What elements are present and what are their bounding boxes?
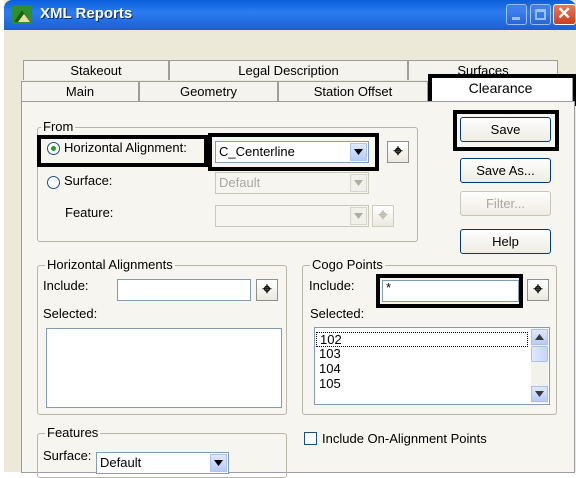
include-on-alignment-checkbox[interactable] — [304, 432, 317, 445]
app-icon — [12, 6, 32, 24]
save-as-button[interactable]: Save As... — [460, 158, 551, 183]
list-item[interactable]: 105 — [316, 377, 341, 390]
surface-label: Surface: — [64, 173, 113, 188]
cogo-include-input[interactable]: * — [382, 280, 519, 302]
target-pick-icon[interactable]: ⌖ — [372, 205, 394, 227]
features-surface-label: Surface: — [43, 448, 92, 463]
tab-stakeout[interactable]: Stakeout — [23, 60, 169, 80]
chevron-down-icon[interactable] — [531, 386, 548, 402]
from-legend: From — [41, 119, 76, 134]
horizontal-alignment-select[interactable]: C_Centerline — [215, 141, 369, 163]
horizontal-alignments-legend: Horizontal Alignments — [45, 257, 175, 272]
target-pick-icon[interactable]: ⌖ — [527, 279, 549, 301]
chevron-down-icon[interactable] — [350, 207, 367, 225]
window-title: XML Reports — [40, 5, 133, 22]
help-button[interactable]: Help — [460, 229, 551, 254]
cogo-include-label: Include: — [309, 278, 355, 293]
scrollbar-thumb[interactable] — [531, 346, 548, 362]
save-button[interactable]: Save — [460, 117, 551, 142]
minimize-button[interactable] — [506, 4, 527, 25]
cogo-selected-list[interactable]: 102 103 104 105 — [314, 327, 550, 405]
ha-selected-list[interactable] — [46, 328, 282, 408]
ha-include-label: Include: — [43, 278, 89, 293]
cogo-points-legend: Cogo Points — [310, 257, 385, 272]
surface-select[interactable]: Default — [215, 172, 369, 194]
chevron-down-icon[interactable] — [350, 174, 367, 192]
filter-button[interactable]: Filter... — [460, 191, 551, 216]
horizontal-alignment-radio[interactable] — [47, 142, 60, 155]
feature-select[interactable] — [215, 205, 369, 227]
tab-main[interactable]: Main — [21, 81, 139, 101]
ha-include-input[interactable] — [117, 279, 251, 301]
target-pick-icon[interactable]: ⌖ — [256, 279, 278, 301]
minimize-icon — [512, 17, 520, 20]
cogo-selected-label: Selected: — [310, 306, 365, 321]
chevron-up-icon[interactable] — [531, 329, 548, 345]
surface-radio[interactable] — [47, 176, 60, 189]
tab-station-offset[interactable]: Station Offset — [278, 81, 428, 101]
tab-legal-description[interactable]: Legal Description — [169, 60, 408, 80]
close-button[interactable]: ✕ — [553, 4, 576, 25]
maximize-icon — [535, 9, 546, 20]
horizontal-alignment-label: Horizontal Alignment: — [64, 140, 187, 155]
chevron-down-icon[interactable] — [350, 143, 367, 161]
features-legend: Features — [45, 425, 101, 440]
maximize-button[interactable] — [530, 4, 551, 25]
list-item[interactable]: 102 — [316, 332, 528, 347]
target-pick-icon[interactable]: ⌖ — [387, 141, 409, 163]
ha-selected-label: Selected: — [43, 306, 98, 321]
list-item[interactable]: 103 — [316, 347, 341, 360]
include-on-alignment-label: Include On-Alignment Points — [322, 431, 487, 446]
scrollbar[interactable] — [531, 329, 548, 403]
feature-label: Feature: — [65, 205, 114, 220]
chevron-down-icon[interactable] — [210, 454, 227, 472]
close-icon: ✕ — [557, 4, 572, 23]
tab-geometry[interactable]: Geometry — [139, 81, 278, 101]
list-item[interactable]: 104 — [316, 362, 341, 375]
